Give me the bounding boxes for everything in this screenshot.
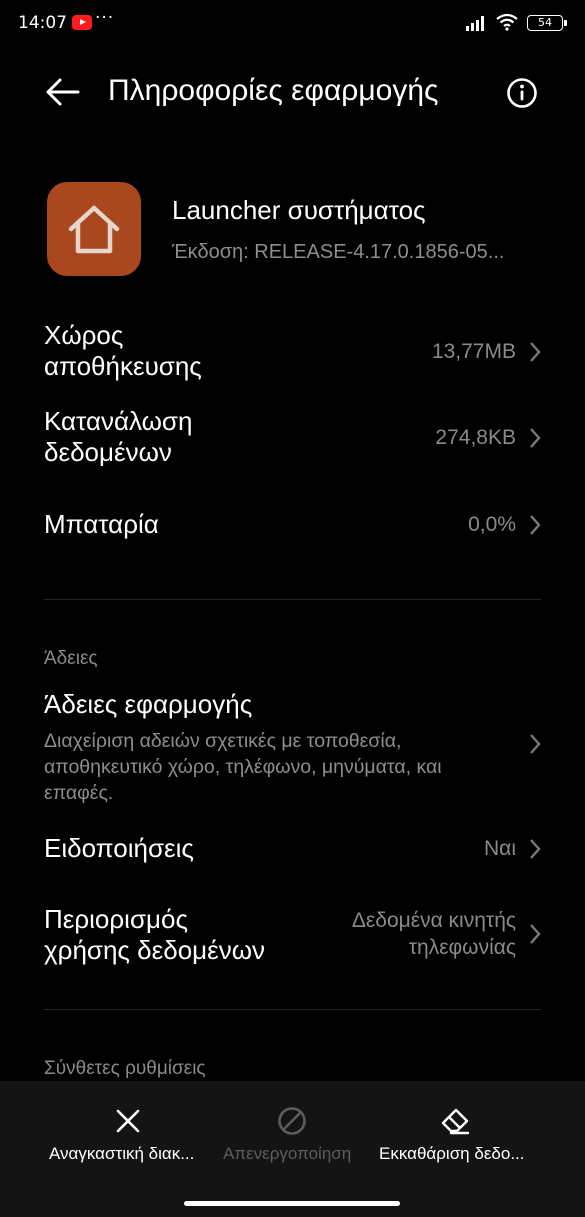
data-usage-row[interactable]: Κατανάλωση δεδομένων 274,8KB xyxy=(0,405,585,475)
battery-label: Μπαταρία xyxy=(44,509,159,539)
app-permissions-desc-line3: επαφές. xyxy=(44,782,114,804)
storage-row[interactable]: Χώρος αποθήκευσης 13,77MB xyxy=(0,318,585,388)
signal-icon xyxy=(466,16,484,31)
app-permissions-desc-line2: αποθηκευτικό χώρο, τηλέφωνο, μηνύματα, κ… xyxy=(44,756,442,778)
chevron-right-icon xyxy=(530,924,541,944)
page-title: Πληροφορίες εφαρμογής xyxy=(108,74,439,107)
clear-data-button[interactable]: Εκκαθάριση δεδο... xyxy=(372,1081,547,1181)
storage-label: Χώρος αποθήκευσης xyxy=(44,320,202,382)
app-icon xyxy=(47,182,141,276)
battery-row[interactable]: Μπαταρία 0,0% xyxy=(0,505,585,545)
battery-value: 0,0% xyxy=(468,513,516,536)
data-restriction-value: Δεδομένα κινητής τηλεφωνίας xyxy=(352,907,516,961)
status-time: 14:07 xyxy=(18,13,67,33)
data-restriction-value-line1: Δεδομένα κινητής xyxy=(351,909,516,932)
wifi-icon xyxy=(496,13,518,31)
section-header-advanced: Σύνθετες ρυθμίσεις xyxy=(44,1058,206,1079)
notifications-value: Ναι xyxy=(484,837,516,860)
divider xyxy=(44,1009,541,1010)
home-icon xyxy=(68,205,120,254)
eraser-icon xyxy=(441,1108,470,1135)
app-permissions-desc-line1: Διαχείριση αδειών σχετικές με τοποθεσία, xyxy=(44,730,402,752)
data-restriction-label-line1: Περιορισμός xyxy=(44,904,188,934)
notifications-row[interactable]: Ειδοποιήσεις Ναι xyxy=(0,830,585,870)
data-restriction-label: Περιορισμός χρήσης δεδομένων xyxy=(44,904,265,966)
data-usage-label-line1: Κατανάλωση xyxy=(44,406,193,436)
data-restriction-value-line2: τηλεφωνίας xyxy=(408,936,516,959)
disable-icon xyxy=(278,1107,306,1135)
force-stop-button[interactable]: Αναγκαστική διακ... xyxy=(40,1081,220,1181)
disable-button[interactable]: Απενεργοποίηση xyxy=(215,1081,370,1181)
chevron-right-icon xyxy=(530,428,541,448)
storage-label-line1: Χώρος xyxy=(44,320,124,350)
data-usage-value: 274,8KB xyxy=(435,426,516,449)
youtube-icon xyxy=(72,15,92,30)
info-icon[interactable] xyxy=(506,77,538,109)
app-version: Έκδοση: RELEASE-4.17.0.1856-05... xyxy=(172,241,505,263)
clear-data-label: Εκκαθάριση δεδο... xyxy=(379,1144,525,1163)
status-bar: 14:07 ··· 54 xyxy=(0,0,585,48)
data-restriction-label-line2: χρήσης δεδομένων xyxy=(44,935,266,965)
home-indicator[interactable] xyxy=(184,1201,400,1206)
app-permissions-row[interactable]: Άδειες εφαρμογής Διαχείριση αδειών σχετι… xyxy=(0,688,585,808)
data-restriction-row[interactable]: Περιορισμός χρήσης δεδομένων Δεδομένα κι… xyxy=(0,902,585,972)
battery-icon: 54 xyxy=(527,15,567,31)
app-permissions-description: Διαχείριση αδειών σχετικές με τοποθεσία,… xyxy=(44,728,514,806)
app-permissions-title: Άδειες εφαρμογής xyxy=(44,689,253,719)
section-header-permissions: Άδειες xyxy=(44,648,98,669)
more-notifications-icon: ··· xyxy=(95,8,115,28)
storage-value: 13,77MB xyxy=(431,340,516,363)
disable-label: Απενεργοποίηση xyxy=(223,1144,352,1163)
divider xyxy=(44,599,541,600)
app-name: Launcher συστήματος xyxy=(172,195,426,225)
chevron-right-icon xyxy=(530,515,541,535)
chevron-right-icon xyxy=(530,839,541,859)
close-icon xyxy=(116,1109,140,1133)
data-usage-label-line2: δεδομένων xyxy=(44,437,172,467)
storage-label-line2: αποθήκευσης xyxy=(44,351,202,381)
chevron-right-icon xyxy=(530,734,541,754)
data-usage-label: Κατανάλωση δεδομένων xyxy=(44,406,192,468)
back-arrow-icon[interactable] xyxy=(42,74,82,110)
force-stop-label: Αναγκαστική διακ... xyxy=(49,1144,195,1163)
chevron-right-icon xyxy=(530,342,541,362)
notifications-label: Ειδοποιήσεις xyxy=(44,833,194,863)
bottom-action-bar: Αναγκαστική διακ... Απενεργοποίηση Εκκαθ… xyxy=(0,1081,585,1217)
